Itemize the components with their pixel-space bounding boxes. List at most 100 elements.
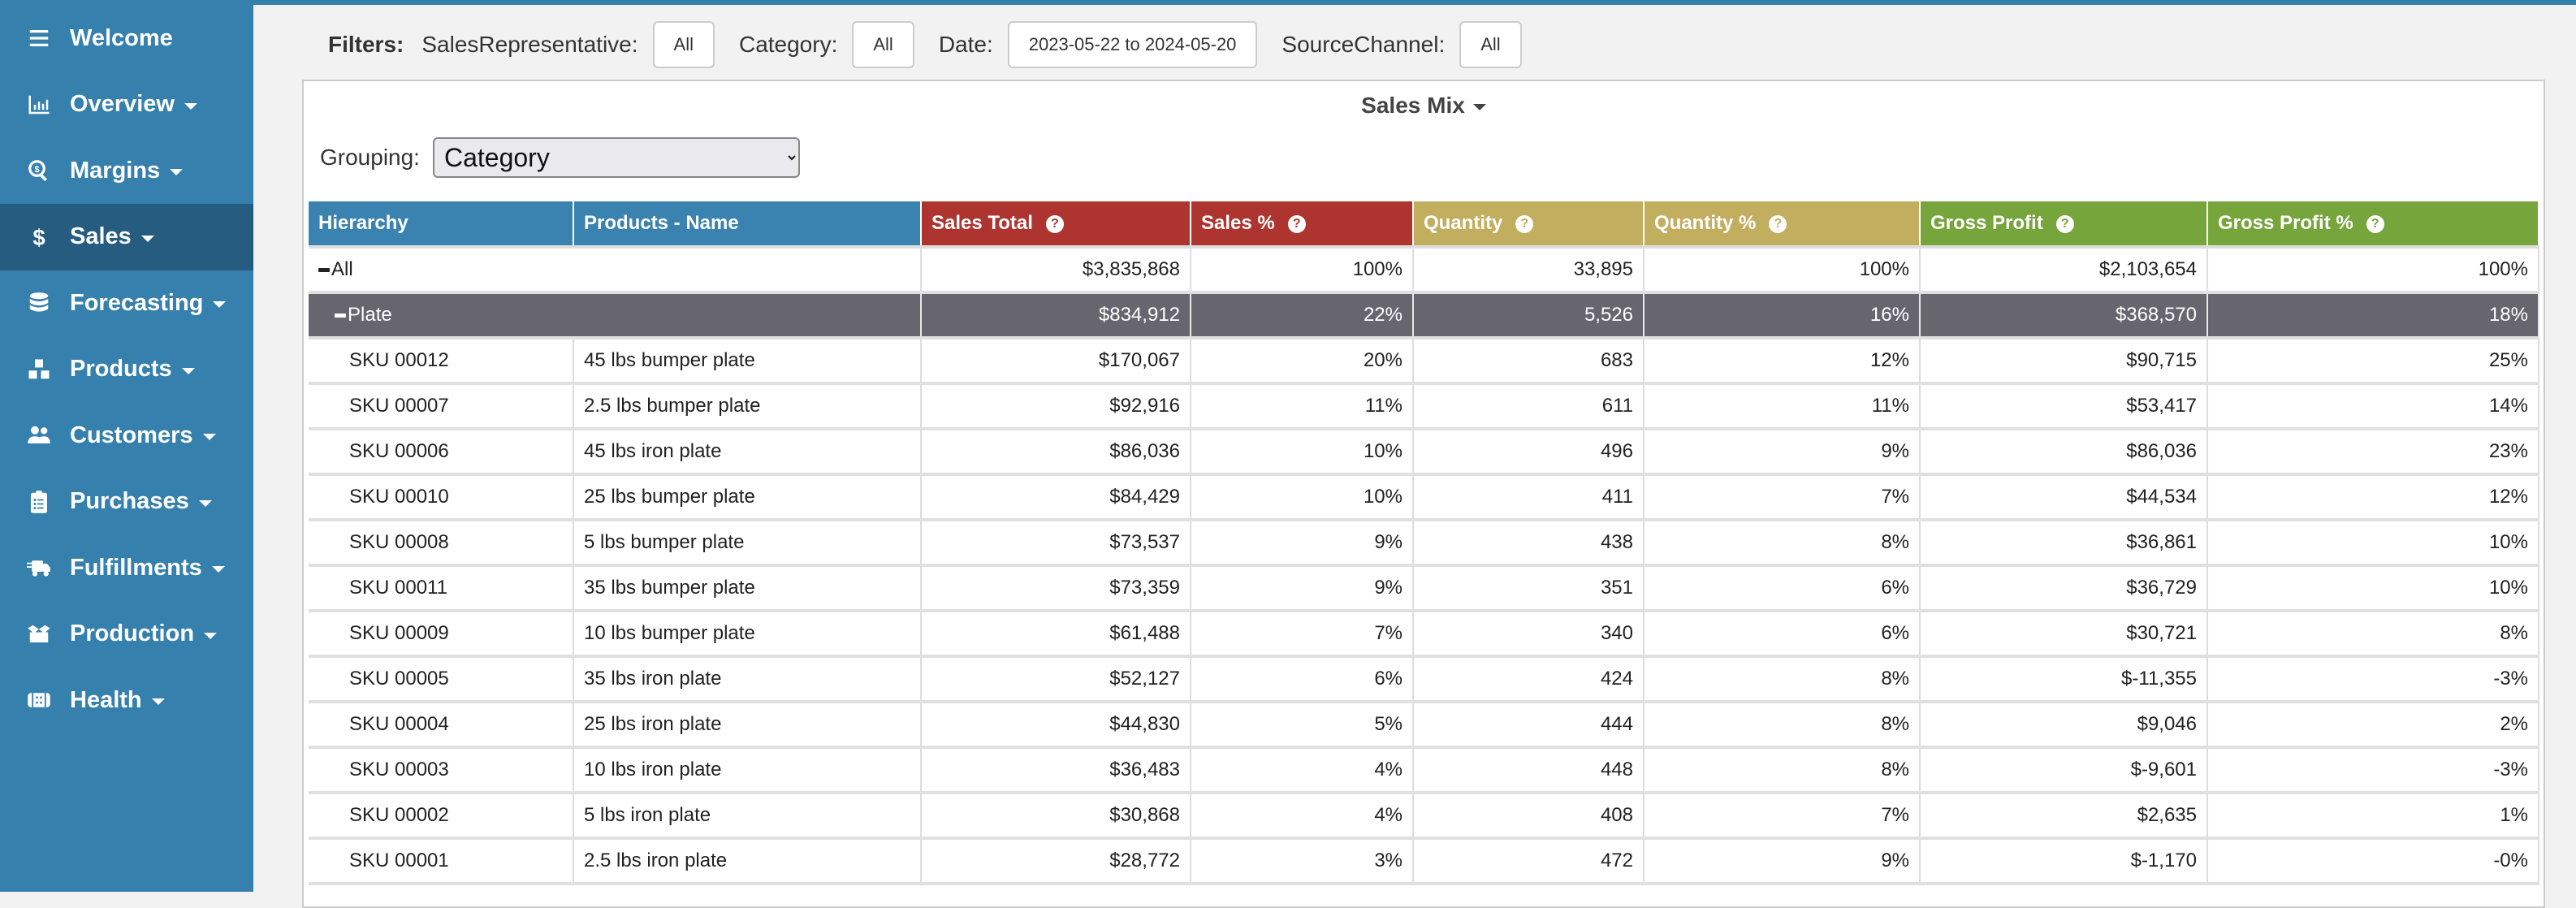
- column-header-label: Gross Profit: [1930, 212, 2043, 234]
- grouping-select[interactable]: Category: [432, 137, 800, 178]
- table-row: SKU 00004 25 lbs iron plate $44,830 5% 444 8%…: [309, 702, 2539, 749]
- caret-down-icon: [181, 367, 195, 374]
- column-header-label: Sales %: [1201, 212, 1275, 234]
- gross-profit-cell: $36,861: [1920, 520, 2208, 567]
- hierarchy-cell[interactable]: All: [309, 247, 922, 294]
- quantity-cell: 351: [1413, 565, 1645, 612]
- table-row: SKU 00012 45 lbs bumper plate $170,067 20% 6…: [309, 338, 2539, 385]
- sidebar-item-overview[interactable]: Overview: [0, 71, 253, 138]
- column-header-gross-profit[interactable]: Gross Profit %?: [2207, 201, 2539, 249]
- hierarchy-cell: SKU 00007: [309, 383, 574, 430]
- sidebar-item-margins[interactable]: $ Margins: [0, 137, 253, 204]
- gross-profit-cell: $2,103,654: [1920, 247, 2208, 294]
- column-header-sales-total[interactable]: Sales Total?: [921, 201, 1191, 249]
- column-header-label: Gross Profit %: [2218, 212, 2353, 234]
- panel-title-dropdown[interactable]: Sales Mix: [304, 93, 2544, 119]
- quantity-cell: 340: [1413, 611, 1645, 658]
- users-icon: [23, 423, 55, 448]
- sales-pct-cell: 5%: [1191, 702, 1414, 749]
- quantity-pct-cell: 9%: [1644, 838, 1921, 885]
- column-header-quantity[interactable]: Quantity %?: [1644, 201, 1921, 249]
- quantity-cell: 496: [1413, 429, 1645, 476]
- question-circle-icon[interactable]: ?: [2055, 214, 2074, 233]
- quantity-pct-cell: 16%: [1644, 292, 1921, 339]
- table-row: SKU 00011 35 lbs bumper plate $73,359 9% 351…: [309, 565, 2539, 612]
- caret-down-icon: [184, 102, 197, 110]
- collapse-minus-icon[interactable]: [335, 313, 346, 318]
- hierarchy-label: Plate: [348, 304, 392, 326]
- collapse-minus-icon[interactable]: [318, 268, 330, 273]
- shipping-fast-icon: [23, 556, 55, 580]
- column-header-gross-profit[interactable]: Gross Profit?: [1920, 201, 2208, 249]
- sales-total-cell: $3,835,868: [921, 247, 1191, 294]
- column-header-label: Products - Name: [584, 212, 739, 234]
- column-header-products-name[interactable]: Products - Name: [573, 201, 922, 249]
- gross-profit-cell: $9,046: [1920, 702, 2208, 749]
- column-header-hierarchy[interactable]: Hierarchy: [309, 201, 574, 249]
- database-icon: [23, 291, 55, 315]
- gross-profit-cell: $368,570: [1920, 292, 2208, 339]
- hierarchy-cell: SKU 00008: [309, 520, 574, 567]
- quantity-cell: 33,895: [1413, 247, 1645, 294]
- column-header-sales[interactable]: Sales %?: [1191, 201, 1414, 249]
- quantity-cell: 448: [1413, 747, 1645, 794]
- sidebar-item-label: Margins: [70, 157, 161, 184]
- sidebar-item-label: Production: [70, 620, 195, 646]
- sales-pct-cell: 9%: [1191, 565, 1414, 612]
- filters-title: Filters:: [328, 32, 404, 57]
- gross-profit-pct-cell: 8%: [2207, 611, 2539, 658]
- sidebar-item-production[interactable]: Production: [0, 601, 253, 668]
- product-name-cell: 45 lbs bumper plate: [573, 338, 922, 385]
- sidebar-item-fulfillments[interactable]: Fulfillments: [0, 534, 253, 601]
- sidebar-item-customers[interactable]: Customers: [0, 402, 253, 469]
- sales-pct-cell: 100%: [1191, 247, 1414, 294]
- source-channel-filter-button[interactable]: All: [1459, 21, 1522, 68]
- sidebar-item-label: Sales: [70, 223, 132, 249]
- quantity-pct-cell: 8%: [1644, 656, 1921, 703]
- sidebar-item-label: Health: [70, 686, 142, 713]
- sidebar-item-label: Welcome: [70, 24, 173, 51]
- sidebar-item-purchases[interactable]: Purchases: [0, 469, 253, 535]
- question-circle-icon[interactable]: ?: [1769, 214, 1787, 233]
- sales-total-cell: $28,772: [921, 838, 1191, 885]
- sidebar-item-label: Forecasting: [70, 289, 204, 316]
- table-header-row: Hierarchy Products - Name Sales Total? Sale…: [309, 201, 2539, 249]
- question-circle-icon[interactable]: ?: [1287, 214, 1306, 233]
- sidebar-item-welcome[interactable]: Welcome: [0, 5, 253, 71]
- category-filter-button[interactable]: All: [852, 21, 914, 68]
- sales-total-cell: $92,916: [921, 383, 1191, 430]
- gross-profit-pct-cell: -3%: [2207, 656, 2539, 703]
- boxes-icon: [23, 357, 55, 382]
- sales-pct-cell: 20%: [1191, 338, 1414, 385]
- question-circle-icon[interactable]: ?: [1515, 214, 1534, 233]
- hierarchy-cell[interactable]: Plate: [309, 292, 922, 339]
- quantity-pct-cell: 8%: [1644, 520, 1921, 567]
- caret-down-icon: [204, 632, 218, 639]
- quantity-pct-cell: 6%: [1644, 565, 1921, 612]
- total-row: All $3,835,868 100% 33,895 100% $2,103,654 100…: [309, 247, 2539, 294]
- sales-pct-cell: 6%: [1191, 656, 1414, 703]
- hierarchy-cell: SKU 00009: [309, 611, 574, 658]
- sidebar-item-health[interactable]: Health: [0, 667, 253, 733]
- table-row: SKU 00007 2.5 lbs bumper plate $92,916 11% 6…: [309, 383, 2539, 430]
- sales-rep-filter-button[interactable]: All: [652, 21, 715, 68]
- date-range-filter-button[interactable]: 2023-05-22 to 2024-05-20: [1007, 21, 1258, 68]
- sidebar-item-forecasting[interactable]: Forecasting: [0, 270, 253, 336]
- question-circle-icon[interactable]: ?: [1045, 214, 1064, 233]
- caret-down-icon: [202, 434, 216, 440]
- quantity-cell: 5,526: [1413, 292, 1645, 339]
- column-header-label: Quantity %: [1654, 212, 1757, 234]
- column-header-quantity[interactable]: Quantity?: [1413, 201, 1645, 249]
- table-row: SKU 00006 45 lbs iron plate $86,036 10% 496 9…: [309, 429, 2539, 476]
- hierarchy-cell: SKU 00006: [309, 429, 574, 476]
- sidebar-item-sales[interactable]: $ Sales: [0, 203, 253, 270]
- sidebar-item-products[interactable]: Products: [0, 336, 253, 403]
- quantity-cell: 438: [1413, 520, 1645, 567]
- hierarchy-cell: SKU 00003: [309, 747, 574, 794]
- gross-profit-cell: $44,534: [1920, 474, 2208, 521]
- question-circle-icon[interactable]: ?: [2366, 214, 2384, 233]
- product-name-cell: 25 lbs bumper plate: [573, 474, 922, 521]
- sales-pct-cell: 4%: [1191, 793, 1414, 840]
- group-row: Plate $834,912 22% 5,526 16% $368,570 18%: [309, 292, 2539, 339]
- sales-total-cell: $36,483: [921, 747, 1191, 794]
